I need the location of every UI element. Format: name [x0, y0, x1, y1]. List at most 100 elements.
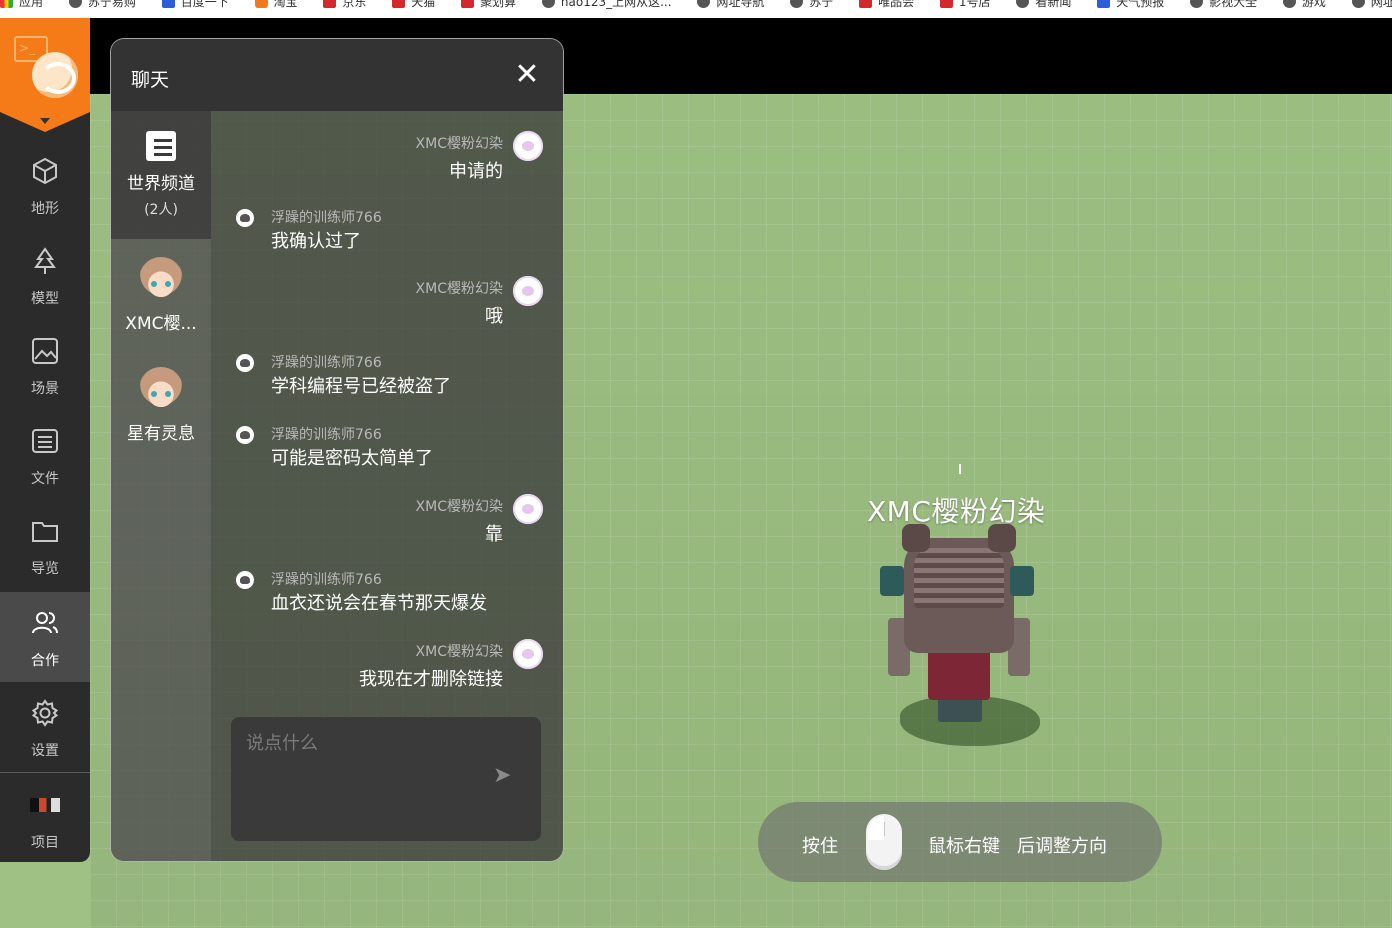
bookmark-item[interactable]: 游戏 — [1282, 0, 1326, 10]
bookmark-apps[interactable]: 应用 — [0, 0, 43, 10]
tree-icon — [34, 247, 56, 274]
user-avatar[interactable] — [513, 131, 543, 161]
vip-icon — [859, 0, 873, 8]
channel-member-count: (2人) — [144, 202, 178, 218]
name-tag-marker — [959, 464, 961, 474]
sidebar-item-collaborate[interactable]: 合作 — [0, 592, 90, 682]
image-icon — [32, 338, 58, 364]
project-thumbnail — [30, 798, 60, 812]
send-icon[interactable]: ➤ — [493, 765, 515, 787]
apps-grid-icon — [0, 0, 13, 8]
control-hint: 按住 鼠标右键 后调整方向 — [758, 802, 1162, 882]
logo-swirl-icon — [40, 62, 76, 94]
globe-icon — [1282, 0, 1296, 8]
globe-icon — [697, 0, 711, 8]
message-username: 浮躁的训练师766 — [271, 427, 382, 443]
hint-right-button-label: 鼠标右键 — [928, 836, 1000, 857]
hint-press-label: 按住 — [802, 836, 838, 857]
user-avatar[interactable] — [236, 571, 254, 589]
close-icon[interactable]: ✕ — [509, 57, 545, 93]
user-avatar[interactable] — [236, 209, 254, 227]
juhuasuan-icon — [461, 0, 475, 8]
chat-input-box: ➤ — [231, 717, 541, 841]
sidebar-item-model[interactable]: 模型 — [0, 230, 90, 320]
bookmarks-bar: 应用 苏宁易购 百度一下 淘宝 京东 天猫 聚划算 hao123_上网从这...… — [0, 0, 1392, 19]
sidebar-item-file[interactable]: 文件 — [0, 410, 90, 500]
message-username: 浮躁的训练师766 — [271, 572, 382, 588]
message-text: 我确认过了 — [271, 231, 361, 252]
mouse-right-click-icon — [866, 814, 902, 870]
message-username: XMC樱粉幻染 — [415, 644, 503, 660]
message-text: 血衣还说会在春节那天爆发 — [271, 593, 487, 614]
cube-icon — [33, 157, 57, 185]
bookmark-item[interactable]: 网址导航 — [697, 0, 764, 10]
bookmark-item[interactable]: 聚划算 — [461, 0, 516, 10]
list-file-icon — [32, 429, 58, 453]
user-avatar — [139, 367, 183, 411]
character-ribbon — [880, 566, 904, 596]
user-avatar[interactable] — [513, 639, 543, 669]
channel-private-xingyou[interactable]: 星有灵息 — [111, 349, 211, 459]
app-logo[interactable]: >_ — [0, 18, 90, 132]
globe-icon — [1016, 0, 1030, 8]
character-hair-bun — [902, 524, 930, 552]
user-avatar[interactable] — [513, 494, 543, 524]
users-icon — [32, 612, 58, 634]
sidebar-divider — [0, 772, 90, 773]
folder-icon — [32, 522, 58, 542]
bookmark-item[interactable]: 京东 — [323, 0, 366, 10]
message-list[interactable]: XMC樱粉幻染 申请的 浮躁的训练师766 我确认过了 XMC樱粉幻染 哦 浮躁… — [211, 111, 563, 711]
world-channel-icon — [146, 131, 176, 161]
user-avatar[interactable] — [236, 354, 254, 372]
chevron-down-icon[interactable] — [40, 118, 50, 124]
sidebar-item-terrain[interactable]: 地形 — [0, 140, 90, 230]
user-avatar — [139, 257, 183, 301]
bookmark-item[interactable]: 天猫 — [392, 0, 435, 10]
bookmark-item[interactable]: 苏宁 — [790, 0, 833, 10]
globe-icon — [541, 0, 555, 8]
character-hair-detail — [914, 548, 1004, 608]
user-avatar[interactable] — [236, 426, 254, 444]
user-avatar[interactable] — [513, 276, 543, 306]
message-text: 哦 — [485, 306, 503, 327]
message-username: XMC樱粉幻染 — [415, 136, 503, 152]
channel-private-xmc[interactable]: XMC樱... — [111, 239, 211, 349]
sidebar-item-settings[interactable]: 设置 — [0, 682, 90, 772]
channel-world[interactable]: 世界频道 (2人) — [111, 111, 211, 239]
character-hair-bun — [988, 524, 1016, 552]
hint-adjust-label: 后调整方向 — [1017, 836, 1107, 857]
message-text: 我现在才删除链接 — [359, 669, 503, 690]
message-username: XMC樱粉幻染 — [415, 281, 503, 297]
bookmark-item[interactable]: 百度一下 — [161, 0, 229, 10]
yhd-icon — [939, 0, 953, 8]
message-text: 学科编程号已经被盗了 — [271, 376, 451, 397]
channel-name: XMC樱... — [125, 314, 197, 334]
message-text: 可能是密码太简单了 — [271, 448, 433, 469]
bookmark-item[interactable]: 看新闻 — [1016, 0, 1071, 10]
chat-title: 聊天 — [131, 69, 170, 91]
bookmark-item[interactable]: 网址大全 — [1351, 0, 1392, 10]
player-character[interactable] — [880, 518, 1050, 758]
bookmark-item[interactable]: 1号店 — [939, 0, 991, 10]
globe-icon — [1190, 0, 1204, 8]
baidu-icon — [161, 0, 175, 8]
jd-icon — [323, 0, 337, 8]
message-username: 浮躁的训练师766 — [271, 355, 382, 371]
channel-list: 世界频道 (2人) XMC樱... 星有灵息 — [111, 111, 211, 861]
globe-icon — [68, 0, 82, 8]
bookmark-item[interactable]: 天气预报 — [1097, 0, 1164, 10]
bookmark-item[interactable]: hao123_上网从这... — [541, 0, 672, 10]
bookmark-item[interactable]: 苏宁易购 — [68, 0, 136, 10]
message-text: 靠 — [485, 524, 503, 545]
message-username: 浮躁的训练师766 — [271, 210, 382, 226]
message-username: XMC樱粉幻染 — [415, 499, 503, 515]
bookmark-item[interactable]: 影视大全 — [1190, 0, 1257, 10]
globe-icon — [790, 0, 804, 8]
sidebar-item-project[interactable]: 项目 — [0, 774, 90, 862]
bookmark-item[interactable]: 淘宝 — [254, 0, 298, 10]
bookmark-item[interactable]: 唯品会 — [859, 0, 914, 10]
taobao-icon — [254, 0, 268, 8]
character-ribbon — [1010, 566, 1034, 596]
sidebar-item-scene[interactable]: 场景 — [0, 320, 90, 410]
sidebar-item-navigation[interactable]: 导览 — [0, 500, 90, 590]
